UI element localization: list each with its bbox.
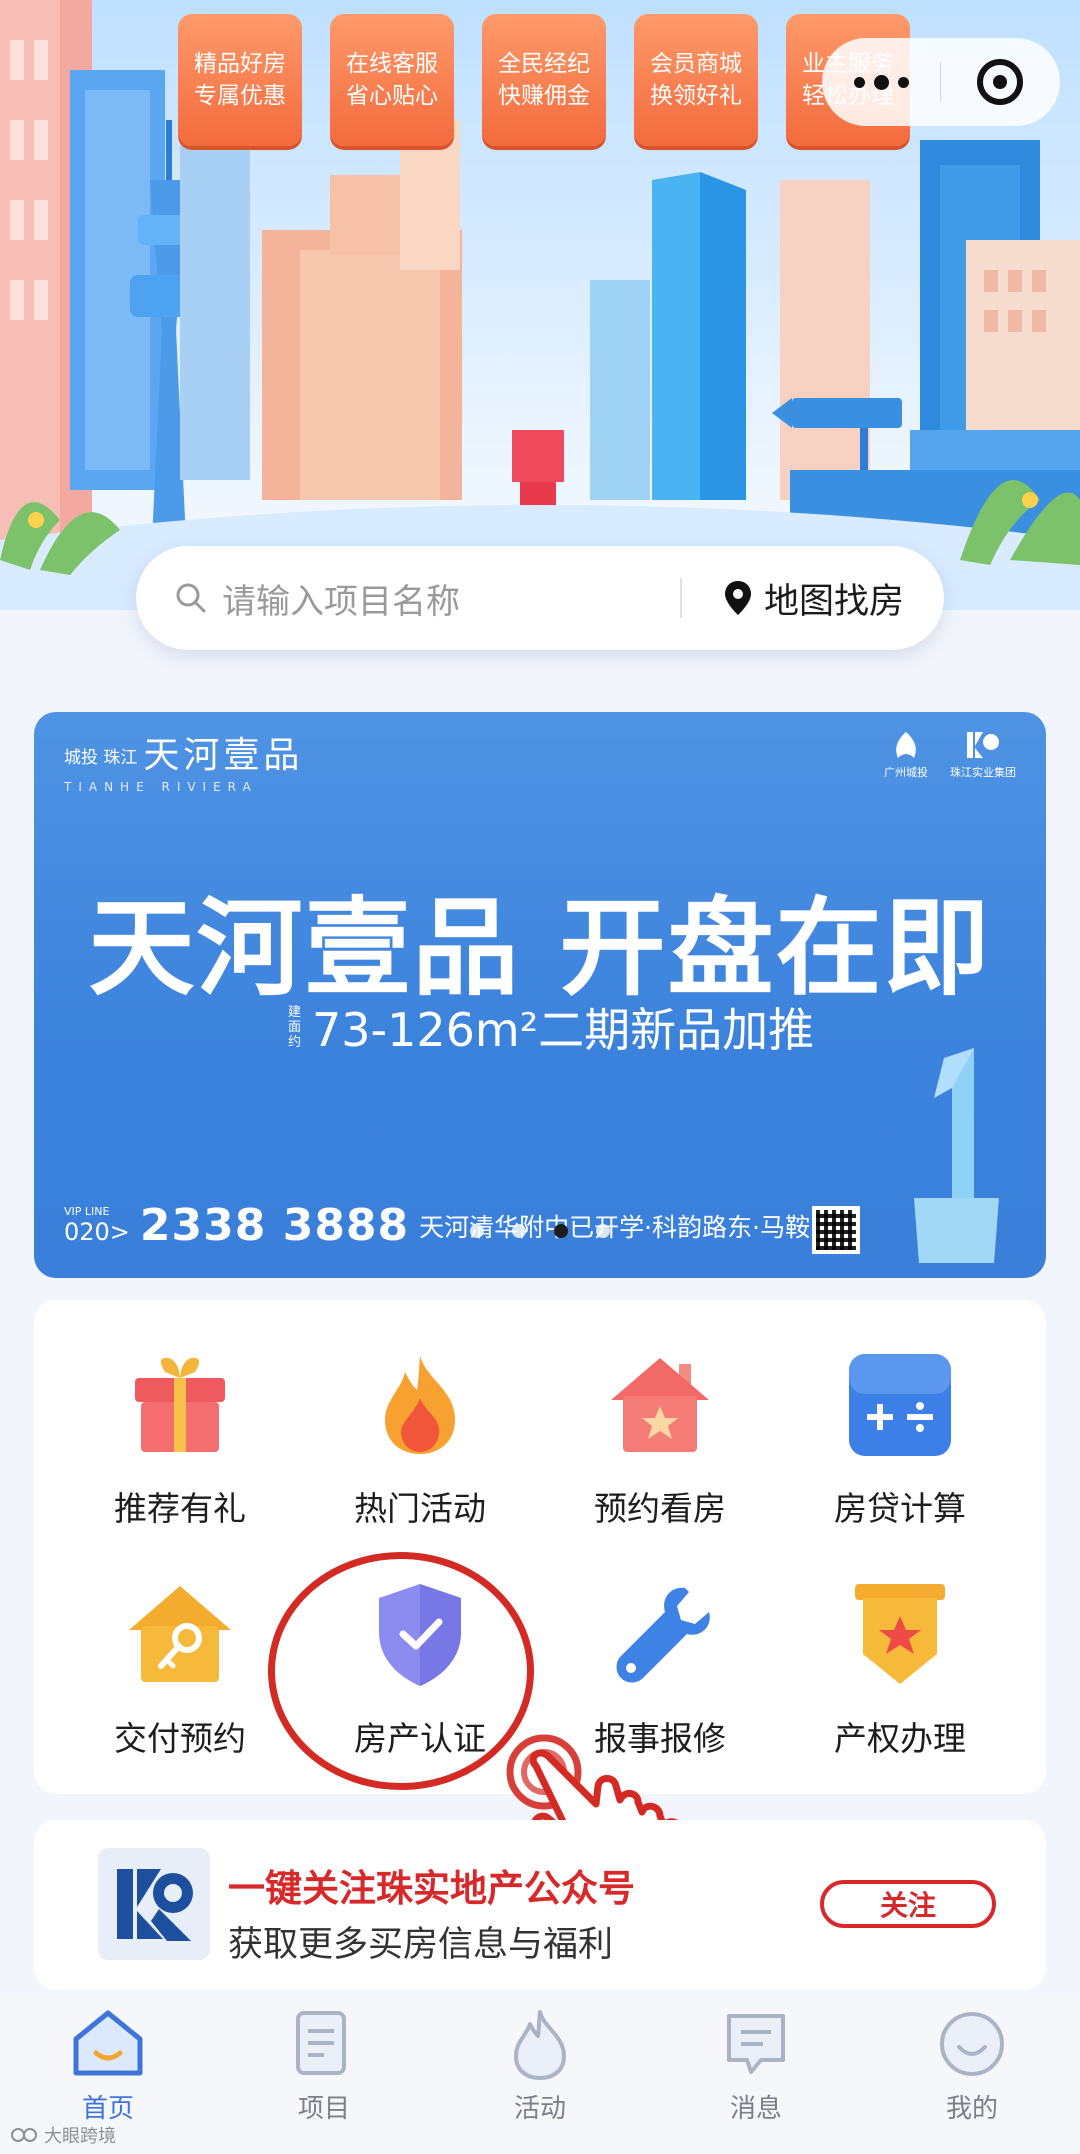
watermark-logo-icon: [11, 2128, 37, 2142]
service-property-verification[interactable]: 房产认证: [320, 1530, 520, 1758]
service-repair-report[interactable]: 报事报修: [560, 1530, 760, 1758]
carousel-dot-active[interactable]: [554, 1224, 568, 1238]
promo-sub-prefix: 建面约: [288, 1004, 302, 1050]
promo-brand-en: TIANHE RIVIERA: [64, 780, 258, 794]
quick-tag-line2: 快赚佣金: [498, 83, 590, 109]
quick-tag-online-service[interactable]: 在线客服 省心贴心: [330, 14, 454, 146]
badge-star-icon: [855, 1584, 945, 1684]
flame-outline-icon: [514, 2010, 566, 2080]
map-search-button[interactable]: 地图找房: [682, 546, 944, 650]
carousel-dot[interactable]: [596, 1224, 610, 1238]
service-title-deed[interactable]: 产权办理: [800, 1530, 1000, 1758]
quick-tag-line1: 在线客服: [346, 51, 438, 77]
promo-brand: 城投 珠江 天河壹品 TIANHE RIVIERA: [64, 726, 303, 794]
promo-brand-name: 天河壹品: [143, 735, 304, 776]
follow-official-account-card: 一键关注珠实地产公众号 获取更多买房信息与福利 关注: [34, 1820, 1046, 1990]
promo-brand-small: 城投 珠江: [64, 748, 138, 768]
tab-profile[interactable]: 我的: [864, 1994, 1080, 2154]
hero-banner: 精品好房 专属优惠 在线客服 省心贴心 全民经纪 快赚佣金 会员商城 换领好礼 …: [0, 0, 1080, 610]
search-placeholder: 请输入项目名称: [222, 581, 460, 622]
city-invest-logo-icon: [896, 732, 916, 758]
follow-button[interactable]: 关注: [820, 1880, 996, 1928]
house-key-icon: [129, 1586, 231, 1682]
tab-label: 我的: [945, 2094, 998, 2124]
search-input[interactable]: 请输入项目名称: [136, 546, 680, 650]
watermark: 大眼跨境: [10, 2122, 116, 2148]
mini-program-capsule: [822, 38, 1060, 126]
service-label: 交付预约: [114, 1719, 246, 1758]
service-delivery-booking[interactable]: 交付预约: [80, 1530, 280, 1758]
promo-sub-text: 73-126m²二期新品加推: [312, 1003, 815, 1057]
flame-icon: [385, 1356, 455, 1454]
tab-label: 首页: [81, 2094, 134, 2124]
carousel-dot[interactable]: [512, 1224, 526, 1238]
home-icon: [73, 2010, 143, 2076]
map-search-label: 地图找房: [763, 581, 904, 622]
more-dot-icon: [853, 76, 865, 88]
service-book-viewing[interactable]: 预约看房: [560, 1300, 760, 1528]
calculator-icon: [849, 1354, 951, 1456]
follow-subtitle: 获取更多买房信息与福利: [228, 1925, 614, 1965]
more-dot-icon: [873, 74, 889, 90]
service-label: 房产认证: [354, 1719, 486, 1758]
search-bar: 请输入项目名称 地图找房: [136, 546, 944, 650]
shield-check-icon: [379, 1584, 461, 1686]
promo-logo-left: 广州城投: [884, 766, 928, 779]
quick-tag-broker[interactable]: 全民经纪 快赚佣金: [482, 14, 606, 146]
target-icon: [977, 59, 1023, 105]
quick-tag-row: 精品好房 专属优惠 在线客服 省心贴心 全民经纪 快赚佣金 会员商城 换领好礼 …: [178, 14, 910, 146]
tab-events[interactable]: 活动: [432, 1994, 648, 2154]
promo-carousel[interactable]: 城投 珠江 天河壹品 TIANHE RIVIERA 广州城投 珠江实业集团 天河壹…: [34, 712, 1046, 1278]
promo-vip-label: VIP LINE: [64, 1205, 110, 1218]
quick-tag-member-mall[interactable]: 会员商城 换领好礼: [634, 14, 758, 146]
zhujiang-logo-icon: [117, 1869, 193, 1941]
watermark-text: 大眼跨境: [44, 2126, 116, 2147]
more-options-button[interactable]: [822, 38, 940, 126]
quick-tag-line2: 换领好礼: [650, 83, 742, 109]
quick-tag-quality-homes[interactable]: 精品好房 专属优惠: [178, 14, 302, 146]
promo-subtitle: 建面约 73-126m²二期新品加推: [288, 994, 814, 1060]
promo-logo-right: 珠江实业集团: [950, 766, 1016, 779]
tab-messages[interactable]: 消息: [648, 1994, 864, 2154]
service-label: 推荐有礼: [114, 1489, 246, 1528]
tab-label: 消息: [729, 2094, 782, 2124]
promo-title: 天河壹品 开盘在即: [88, 885, 992, 1010]
tab-label: 活动: [513, 2094, 566, 2124]
tab-projects[interactable]: 项目: [216, 1994, 432, 2154]
quick-tag-line2: 专属优惠: [194, 83, 286, 109]
quick-tag-line1: 精品好房: [194, 51, 286, 77]
carousel-dot[interactable]: [470, 1224, 484, 1238]
service-label: 产权办理: [834, 1719, 966, 1758]
location-pin-icon: [724, 581, 751, 615]
carousel-indicator: [34, 1224, 1046, 1238]
follow-title: 一键关注珠实地产公众号: [228, 1867, 635, 1910]
zhujiang-logo-icon: [967, 732, 999, 758]
service-mortgage-calculator[interactable]: 房贷计算: [800, 1300, 1000, 1528]
wrench-icon: [616, 1587, 710, 1683]
tab-label: 项目: [297, 2094, 350, 2124]
bottom-tab-bar: 首页 项目 活动 消息 我的: [0, 1994, 1080, 2154]
document-icon: [296, 2011, 346, 2075]
quick-tag-line1: 全民经纪: [498, 51, 590, 77]
service-label: 房贷计算: [834, 1489, 966, 1528]
promo-logos: 广州城投 珠江实业集团: [884, 730, 1016, 780]
quick-tag-line2: 省心贴心: [346, 83, 438, 109]
house-star-icon: [611, 1358, 709, 1452]
service-label: 热门活动: [354, 1489, 486, 1528]
service-recommend-gift[interactable]: 推荐有礼: [80, 1300, 280, 1528]
search-icon: [176, 583, 206, 613]
service-grid: 推荐有礼 热门活动 预约看房 房贷计算 交付预约 房产认证 报事报修 产权办理: [34, 1300, 1046, 1794]
smile-icon: [940, 2012, 1004, 2076]
brand-logo: [98, 1848, 210, 1960]
message-icon: [727, 2014, 785, 2074]
gift-icon: [135, 1357, 225, 1452]
service-hot-events[interactable]: 热门活动: [320, 1300, 520, 1528]
more-dot-icon: [897, 76, 909, 88]
close-mini-program-button[interactable]: [941, 38, 1059, 126]
service-label: 预约看房: [594, 1489, 726, 1528]
quick-tag-line1: 会员商城: [650, 51, 742, 77]
